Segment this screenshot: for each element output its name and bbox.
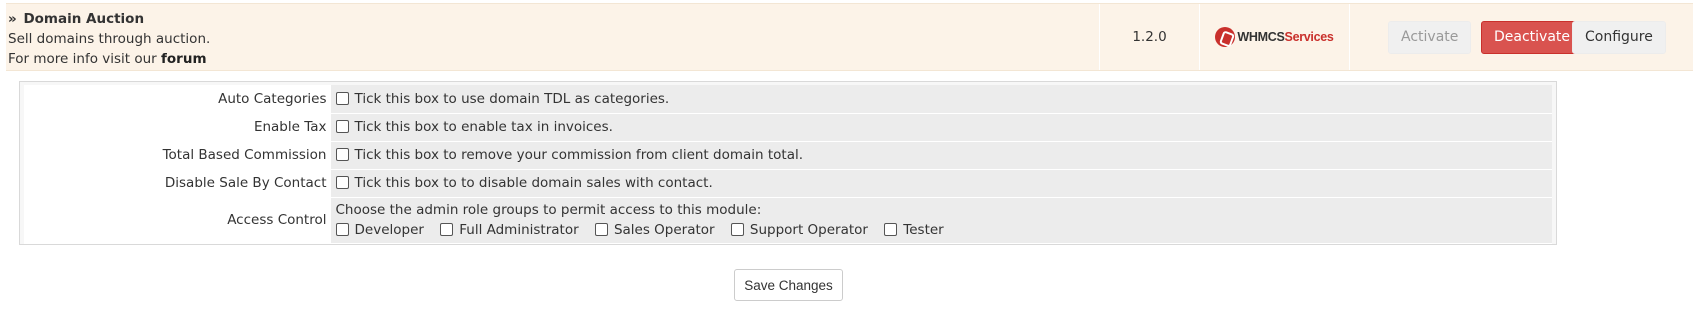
access-control-description: Choose the admin role groups to permit a…	[335, 202, 762, 218]
setting-description: Tick this box to to disable domain sales…	[354, 175, 713, 191]
role-checkbox[interactable]	[440, 223, 454, 236]
enable-tax-checkbox[interactable]	[335, 120, 349, 133]
role-label: Developer	[354, 222, 424, 238]
more-info: For more info visit our forum	[8, 49, 1097, 69]
role-option-sales-operator[interactable]: Sales Operator	[594, 222, 715, 238]
vendor-logo-wrap: WHMCSServices	[1215, 27, 1334, 47]
role-label: Full Administrator	[459, 222, 579, 238]
setting-field: Tick this box to remove your commission …	[331, 141, 1552, 170]
role-checkbox[interactable]	[335, 223, 349, 236]
auto-categories-checkbox[interactable]	[335, 91, 349, 105]
module-name: Domain Auction	[23, 11, 145, 27]
role-checkbox[interactable]	[730, 223, 744, 236]
configure-button[interactable]: Configure	[1572, 21, 1666, 54]
setting-field: Choose the admin role groups to permit a…	[331, 197, 1552, 244]
logo-text: WHMCSServices	[1237, 30, 1333, 44]
logo-text-1: WHMCS	[1237, 30, 1285, 44]
role-label: Sales Operator	[613, 222, 715, 238]
setting-field: Tick this box to to disable domain sales…	[331, 169, 1552, 198]
setting-description: Tick this box to remove your commission …	[354, 147, 804, 163]
role-list: Developer Full Administrator Sales Opera…	[335, 220, 1549, 240]
role-option-developer[interactable]: Developer	[335, 222, 424, 238]
forum-link[interactable]: forum	[161, 51, 206, 67]
module-title: » Domain Auction	[8, 9, 1097, 29]
module-version: 1.2.0	[1099, 4, 1199, 70]
setting-row-enable-tax: Enable Tax Tick this box to enable tax i…	[24, 113, 1552, 142]
setting-field: Tick this box to use domain TDL as categ…	[331, 85, 1552, 114]
activate-button[interactable]: Activate	[1388, 21, 1472, 54]
module-actions: Activate Deactivate Configure	[1349, 4, 1693, 70]
setting-row-disable-sale-by-contact: Disable Sale By Contact Tick this box to…	[24, 169, 1552, 198]
module-description: Sell domains through auction.	[8, 31, 211, 47]
module-row: » Domain Auction Sell domains through au…	[6, 3, 1693, 71]
vendor-logo: WHMCSServices	[1199, 4, 1349, 70]
role-checkbox[interactable]	[594, 223, 608, 236]
role-label: Tester	[903, 222, 944, 238]
logo-text-2: Services	[1284, 30, 1334, 44]
setting-description: Tick this box to enable tax in invoices.	[354, 119, 613, 135]
setting-field: Tick this box to enable tax in invoices.	[331, 113, 1552, 142]
setting-row-access-control: Access Control Choose the admin role gro…	[24, 197, 1552, 244]
setting-label: Total Based Commission	[24, 141, 332, 170]
setting-row-total-based-commission: Total Based Commission Tick this box to …	[24, 141, 1552, 170]
deactivate-button[interactable]: Deactivate	[1481, 21, 1584, 54]
role-checkbox[interactable]	[884, 223, 898, 236]
setting-label: Access Control	[24, 197, 332, 244]
role-label: Support Operator	[749, 222, 868, 238]
role-option-full-administrator[interactable]: Full Administrator	[440, 222, 579, 238]
role-option-support-operator[interactable]: Support Operator	[730, 222, 868, 238]
setting-label: Enable Tax	[24, 113, 332, 142]
whmcs-services-logo-icon	[1215, 27, 1236, 47]
setting-label: Auto Categories	[24, 85, 332, 114]
title-prefix: »	[8, 11, 17, 27]
role-option-tester[interactable]: Tester	[884, 222, 944, 238]
disable-sale-by-contact-checkbox[interactable]	[335, 176, 349, 189]
setting-description: Tick this box to use domain TDL as categ…	[354, 90, 670, 107]
setting-label: Disable Sale By Contact	[24, 169, 332, 198]
total-based-commission-checkbox[interactable]	[335, 148, 349, 161]
config-panel: Auto Categories Tick this box to use dom…	[19, 81, 1557, 245]
config-table: Auto Categories Tick this box to use dom…	[24, 85, 1552, 244]
more-info-text: For more info visit our	[8, 51, 157, 67]
save-changes-button[interactable]: Save Changes	[734, 269, 843, 301]
setting-row-auto-categories: Auto Categories Tick this box to use dom…	[24, 85, 1552, 114]
module-info: » Domain Auction Sell domains through au…	[6, 4, 1099, 70]
